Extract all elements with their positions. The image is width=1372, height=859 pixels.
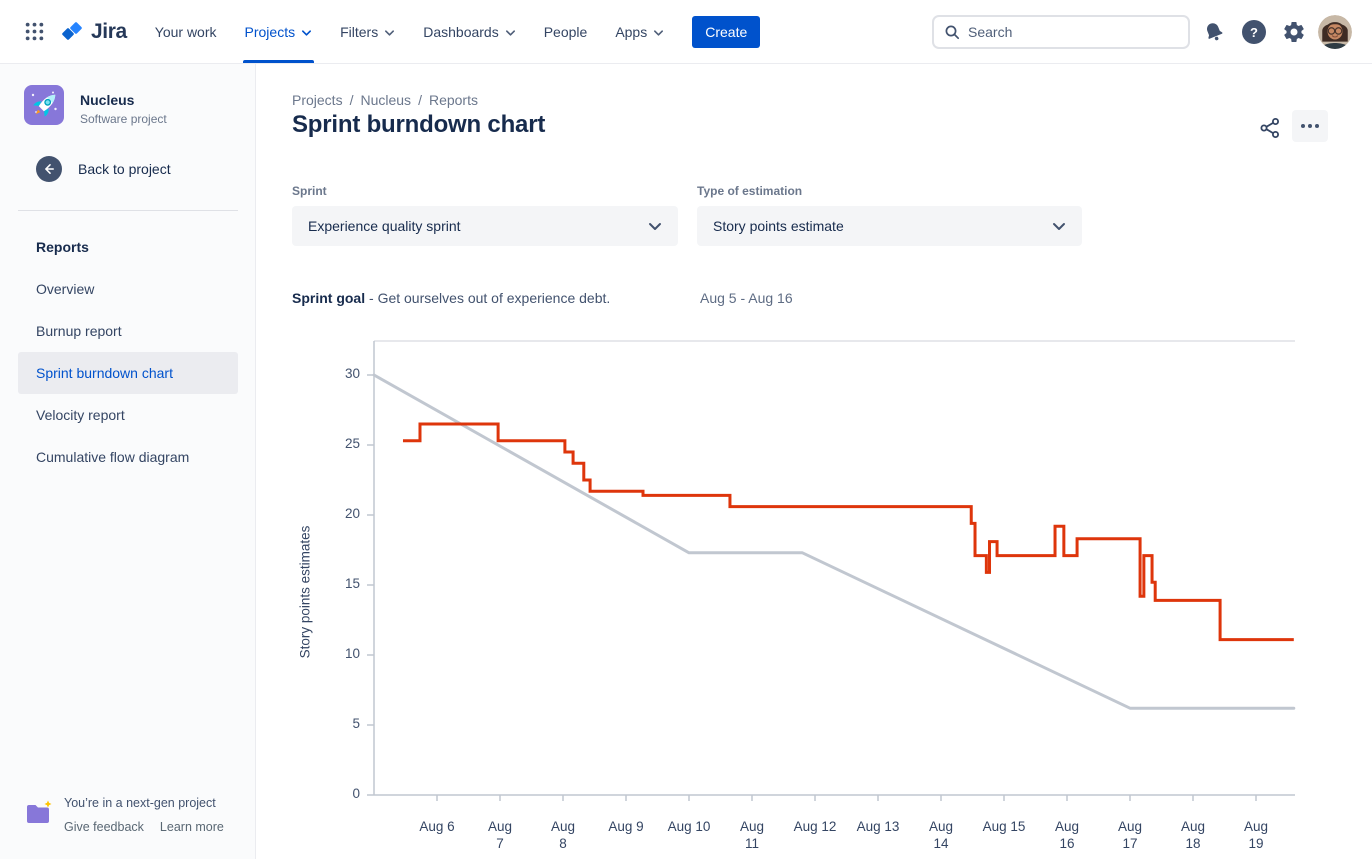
sidebar-item-sprint-burndown-chart[interactable]: Sprint burndown chart (18, 352, 238, 394)
sidebar-item-velocity-report[interactable]: Velocity report (18, 394, 238, 436)
nav-item-filters[interactable]: Filters (326, 0, 409, 63)
sprint-select[interactable]: Experience quality sprint (292, 206, 678, 246)
gear-icon (1282, 20, 1306, 44)
chevron-down-icon (384, 29, 395, 37)
chevron-down-icon (653, 29, 664, 37)
next-gen-folder-icon (24, 800, 54, 826)
avatar-photo (1318, 15, 1352, 49)
breadcrumb-separator: / (350, 92, 354, 108)
learn-more-link[interactable]: Learn more (160, 820, 224, 834)
search-box[interactable] (932, 15, 1190, 49)
search-icon (944, 24, 960, 40)
chevron-down-icon (648, 222, 662, 231)
nav-item-dashboards[interactable]: Dashboards (409, 0, 530, 63)
create-button[interactable]: Create (692, 16, 760, 48)
grid-icon (25, 22, 44, 41)
help-button[interactable]: ? (1238, 16, 1270, 48)
nav-item-label: Your work (155, 24, 217, 40)
nav-item-label: Apps (615, 24, 647, 40)
back-to-project-button[interactable]: Back to project (36, 156, 171, 182)
page-title: Sprint burndown chart (292, 111, 545, 139)
estimation-select-label: Type of estimation (697, 184, 802, 198)
sidebar-item-burnup-report[interactable]: Burnup report (18, 310, 238, 352)
more-actions-button[interactable] (1292, 110, 1328, 142)
app-switcher-icon[interactable] (16, 0, 52, 63)
breadcrumb-item-reports[interactable]: Reports (429, 92, 478, 108)
nav-item-people[interactable]: People (530, 0, 602, 63)
sprint-goal-label: Sprint goal (292, 290, 365, 306)
reports-menu: Reports OverviewBurnup reportSprint burn… (0, 226, 256, 478)
breadcrumb-item-nucleus[interactable]: Nucleus (360, 92, 411, 108)
share-icon (1259, 117, 1281, 139)
sprint-date-range: Aug 5 - Aug 16 (700, 290, 793, 306)
jira-mark-icon (60, 19, 85, 44)
project-sidebar: Nucleus Software project Back to project… (0, 64, 256, 859)
sidebar-item-overview[interactable]: Overview (18, 268, 238, 310)
primary-nav: Your work Projects Filters Dashboards People… (141, 0, 678, 63)
back-to-project-label: Back to project (78, 161, 171, 177)
give-feedback-link[interactable]: Give feedback (64, 820, 144, 834)
project-avatar-rocket-icon (24, 85, 64, 125)
share-button[interactable] (1254, 112, 1286, 144)
sidebar-section-reports: Reports (0, 226, 256, 268)
nav-item-label: Filters (340, 24, 378, 40)
sidebar-footer-links: Give feedback Learn more (64, 820, 224, 834)
estimation-select[interactable]: Story points estimate (697, 206, 1082, 246)
project-type: Software project (80, 112, 167, 126)
user-avatar[interactable] (1318, 15, 1352, 49)
sidebar-item-cumulative-flow-diagram[interactable]: Cumulative flow diagram (18, 436, 238, 478)
estimation-select-value: Story points estimate (713, 218, 844, 234)
search-input[interactable] (968, 24, 1178, 40)
help-icon: ? (1241, 19, 1267, 45)
jira-app: Jira Your work Projects Filters Dashboards P… (0, 0, 1372, 859)
top-nav: Jira Your work Projects Filters Dashboards P… (0, 0, 1372, 64)
svg-text:?: ? (1250, 25, 1258, 40)
sprint-goal-text: - Get ourselves out of experience debt. (369, 290, 610, 306)
bell-icon (1203, 21, 1225, 43)
breadcrumb-separator: / (418, 92, 422, 108)
next-gen-note: You’re in a next-gen project (64, 796, 216, 810)
breadcrumb: Projects / Nucleus / Reports (292, 92, 478, 108)
nav-item-label: People (544, 24, 588, 40)
settings-button[interactable] (1278, 16, 1310, 48)
nav-item-label: Projects (245, 24, 296, 40)
nav-item-apps[interactable]: Apps (601, 0, 678, 63)
chevron-down-icon (301, 29, 312, 37)
nav-item-label: Dashboards (423, 24, 499, 40)
notifications-button[interactable] (1198, 16, 1230, 48)
sprint-select-label: Sprint (292, 184, 327, 198)
jira-logo[interactable]: Jira (60, 0, 127, 63)
chevron-down-icon (505, 29, 516, 37)
back-arrow-icon (36, 156, 62, 182)
ellipsis-icon (1301, 124, 1319, 128)
main-content: Projects / Nucleus / Reports Sprint burndown… (256, 64, 1372, 859)
nav-item-your-work[interactable]: Your work (141, 0, 231, 63)
chevron-down-icon (1052, 222, 1066, 231)
sprint-goal: Sprint goal - Get ourselves out of exper… (292, 290, 610, 306)
project-name: Nucleus (80, 92, 134, 108)
app-name: Jira (91, 20, 127, 44)
breadcrumb-item-projects[interactable]: Projects (292, 92, 343, 108)
sprint-select-value: Experience quality sprint (308, 218, 461, 234)
sidebar-divider (18, 210, 238, 211)
nav-item-projects[interactable]: Projects (231, 0, 327, 63)
